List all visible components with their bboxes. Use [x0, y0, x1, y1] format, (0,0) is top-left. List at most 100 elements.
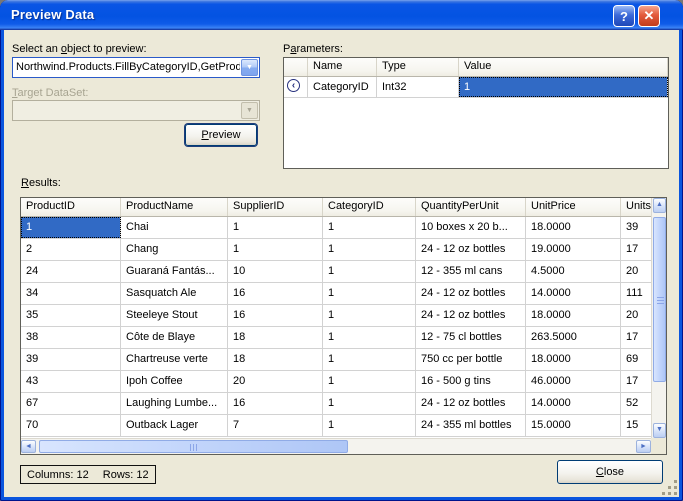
column-header[interactable]: ProductName — [121, 198, 228, 216]
column-header-value[interactable]: Value — [459, 58, 668, 76]
column-header[interactable]: UnitPrice — [526, 198, 621, 216]
parameters-grid-header: Name Type Value — [284, 58, 668, 77]
result-cell[interactable]: 16 - 500 g tins — [416, 371, 526, 392]
scroll-up-icon[interactable]: ▲ — [653, 198, 666, 213]
result-cell[interactable]: 24 — [21, 261, 121, 282]
result-cell[interactable]: 24 - 12 oz bottles — [416, 305, 526, 326]
result-cell[interactable]: 24 - 355 ml bottles — [416, 415, 526, 436]
result-cell[interactable]: 15.0000 — [526, 415, 621, 436]
chevron-down-icon[interactable]: ▼ — [241, 59, 258, 76]
result-cell[interactable]: 12 - 75 cl bottles — [416, 327, 526, 348]
result-row: 35 Steeleye Stout 16 1 24 - 12 oz bottles 18.… — [21, 305, 666, 327]
horizontal-scrollbar-thumb[interactable] — [39, 440, 348, 453]
result-cell[interactable]: 1 — [323, 261, 416, 282]
result-cell[interactable]: 10 — [228, 261, 323, 282]
chevron-down-icon: ▼ — [241, 102, 258, 119]
result-cell[interactable]: 16 — [228, 393, 323, 414]
result-cell[interactable]: 16 — [228, 305, 323, 326]
parameter-value-cell[interactable]: 1 — [459, 77, 668, 97]
vertical-scrollbar[interactable]: ▲ ▼ — [651, 198, 666, 438]
result-cell[interactable]: 4.5000 — [526, 261, 621, 282]
result-cell[interactable]: 24 - 12 oz bottles — [416, 393, 526, 414]
object-combobox[interactable]: Northwind.Products.FillByCategoryID,GetP… — [12, 57, 260, 78]
column-header[interactable]: QuantityPerUnit — [416, 198, 526, 216]
result-row: 2 Chang 1 1 24 - 12 oz bottles 19.0000 17 — [21, 239, 666, 261]
result-cell[interactable]: 20 — [228, 371, 323, 392]
result-cell[interactable]: 7 — [228, 415, 323, 436]
result-cell[interactable]: 34 — [21, 283, 121, 304]
column-header-type[interactable]: Type — [377, 58, 459, 76]
result-cell[interactable]: 70 — [21, 415, 121, 436]
result-cell[interactable]: Outback Lager — [121, 415, 228, 436]
parameters-label: Parameters: — [283, 43, 343, 55]
row-header-cell[interactable]: ‹ — [284, 77, 308, 97]
result-cell[interactable]: 18.0000 — [526, 305, 621, 326]
result-cell[interactable]: Ipoh Coffee — [121, 371, 228, 392]
window-close-button[interactable]: ✕ — [638, 5, 660, 27]
result-cell[interactable]: 1 — [323, 305, 416, 326]
result-cell[interactable]: 1 — [323, 415, 416, 436]
titlebar[interactable]: Preview Data ? ✕ — [0, 0, 683, 30]
result-cell[interactable]: 14.0000 — [526, 393, 621, 414]
result-cell[interactable]: Laughing Lumbe... — [121, 393, 228, 414]
result-cell[interactable]: 1 — [323, 283, 416, 304]
column-header[interactable]: SupplierID — [228, 198, 323, 216]
parameter-type-cell[interactable]: Int32 — [377, 77, 459, 97]
vertical-scrollbar-thumb[interactable] — [653, 217, 666, 382]
parameter-name-cell[interactable]: CategoryID — [308, 77, 377, 97]
close-button[interactable]: Close — [557, 460, 663, 484]
result-cell[interactable]: 1 — [228, 239, 323, 260]
preview-button[interactable]: Preview — [185, 124, 257, 146]
result-cell[interactable]: Côte de Blaye — [121, 327, 228, 348]
results-label: Results: — [21, 177, 61, 189]
horizontal-scrollbar[interactable]: ◄ ► — [21, 438, 651, 454]
column-header[interactable]: CategoryID — [323, 198, 416, 216]
result-cell[interactable]: 67 — [21, 393, 121, 414]
result-cell[interactable]: 18 — [228, 327, 323, 348]
scroll-left-icon[interactable]: ◄ — [21, 440, 36, 453]
result-row: 38 Côte de Blaye 18 1 12 - 75 cl bottles 263.… — [21, 327, 666, 349]
result-cell[interactable]: 24 - 12 oz bottles — [416, 283, 526, 304]
column-header[interactable]: ProductID — [21, 198, 121, 216]
result-cell[interactable]: 1 — [323, 239, 416, 260]
result-cell[interactable]: 18.0000 — [526, 349, 621, 370]
result-cell[interactable]: 1 — [323, 349, 416, 370]
column-header-name[interactable]: Name — [308, 58, 377, 76]
result-cell[interactable]: 263.5000 — [526, 327, 621, 348]
result-cell[interactable]: 1 — [323, 217, 416, 238]
result-cell[interactable]: 43 — [21, 371, 121, 392]
result-cell[interactable]: 2 — [21, 239, 121, 260]
result-cell[interactable]: 19.0000 — [526, 239, 621, 260]
result-cell[interactable]: Steeleye Stout — [121, 305, 228, 326]
result-cell[interactable]: Chai — [121, 217, 228, 238]
result-row: 34 Sasquatch Ale 16 1 24 - 12 oz bottles 14.0… — [21, 283, 666, 305]
result-cell[interactable]: 10 boxes x 20 b... — [416, 217, 526, 238]
result-cell[interactable]: Guaraná Fantás... — [121, 261, 228, 282]
result-cell[interactable]: 1 — [228, 217, 323, 238]
resize-grip[interactable] — [662, 480, 677, 495]
result-cell[interactable]: 1 — [323, 393, 416, 414]
target-dataset-combobox[interactable]: ▼ — [12, 100, 260, 121]
result-cell[interactable]: 1 — [323, 371, 416, 392]
result-cell[interactable]: 24 - 12 oz bottles — [416, 239, 526, 260]
scroll-down-icon[interactable]: ▼ — [653, 423, 666, 438]
result-cell[interactable]: 18 — [228, 349, 323, 370]
help-button[interactable]: ? — [613, 5, 635, 27]
scroll-right-icon[interactable]: ► — [636, 440, 651, 453]
result-cell[interactable]: 38 — [21, 327, 121, 348]
result-cell[interactable]: 14.0000 — [526, 283, 621, 304]
result-cell[interactable]: 1 — [21, 217, 121, 238]
result-cell[interactable]: 35 — [21, 305, 121, 326]
result-cell[interactable]: 1 — [323, 327, 416, 348]
result-cell[interactable]: Sasquatch Ale — [121, 283, 228, 304]
result-cell[interactable]: Chang — [121, 239, 228, 260]
result-cell[interactable]: 12 - 355 ml cans — [416, 261, 526, 282]
target-dataset-label: Target DataSet: — [12, 87, 89, 99]
result-cell[interactable]: Chartreuse verte — [121, 349, 228, 370]
result-cell[interactable]: 16 — [228, 283, 323, 304]
result-cell[interactable]: 46.0000 — [526, 371, 621, 392]
result-cell[interactable]: 18.0000 — [526, 217, 621, 238]
result-cell[interactable]: 39 — [21, 349, 121, 370]
preview-data-dialog: Preview Data ? ✕ Select an object to pre… — [0, 0, 683, 501]
result-cell[interactable]: 750 cc per bottle — [416, 349, 526, 370]
